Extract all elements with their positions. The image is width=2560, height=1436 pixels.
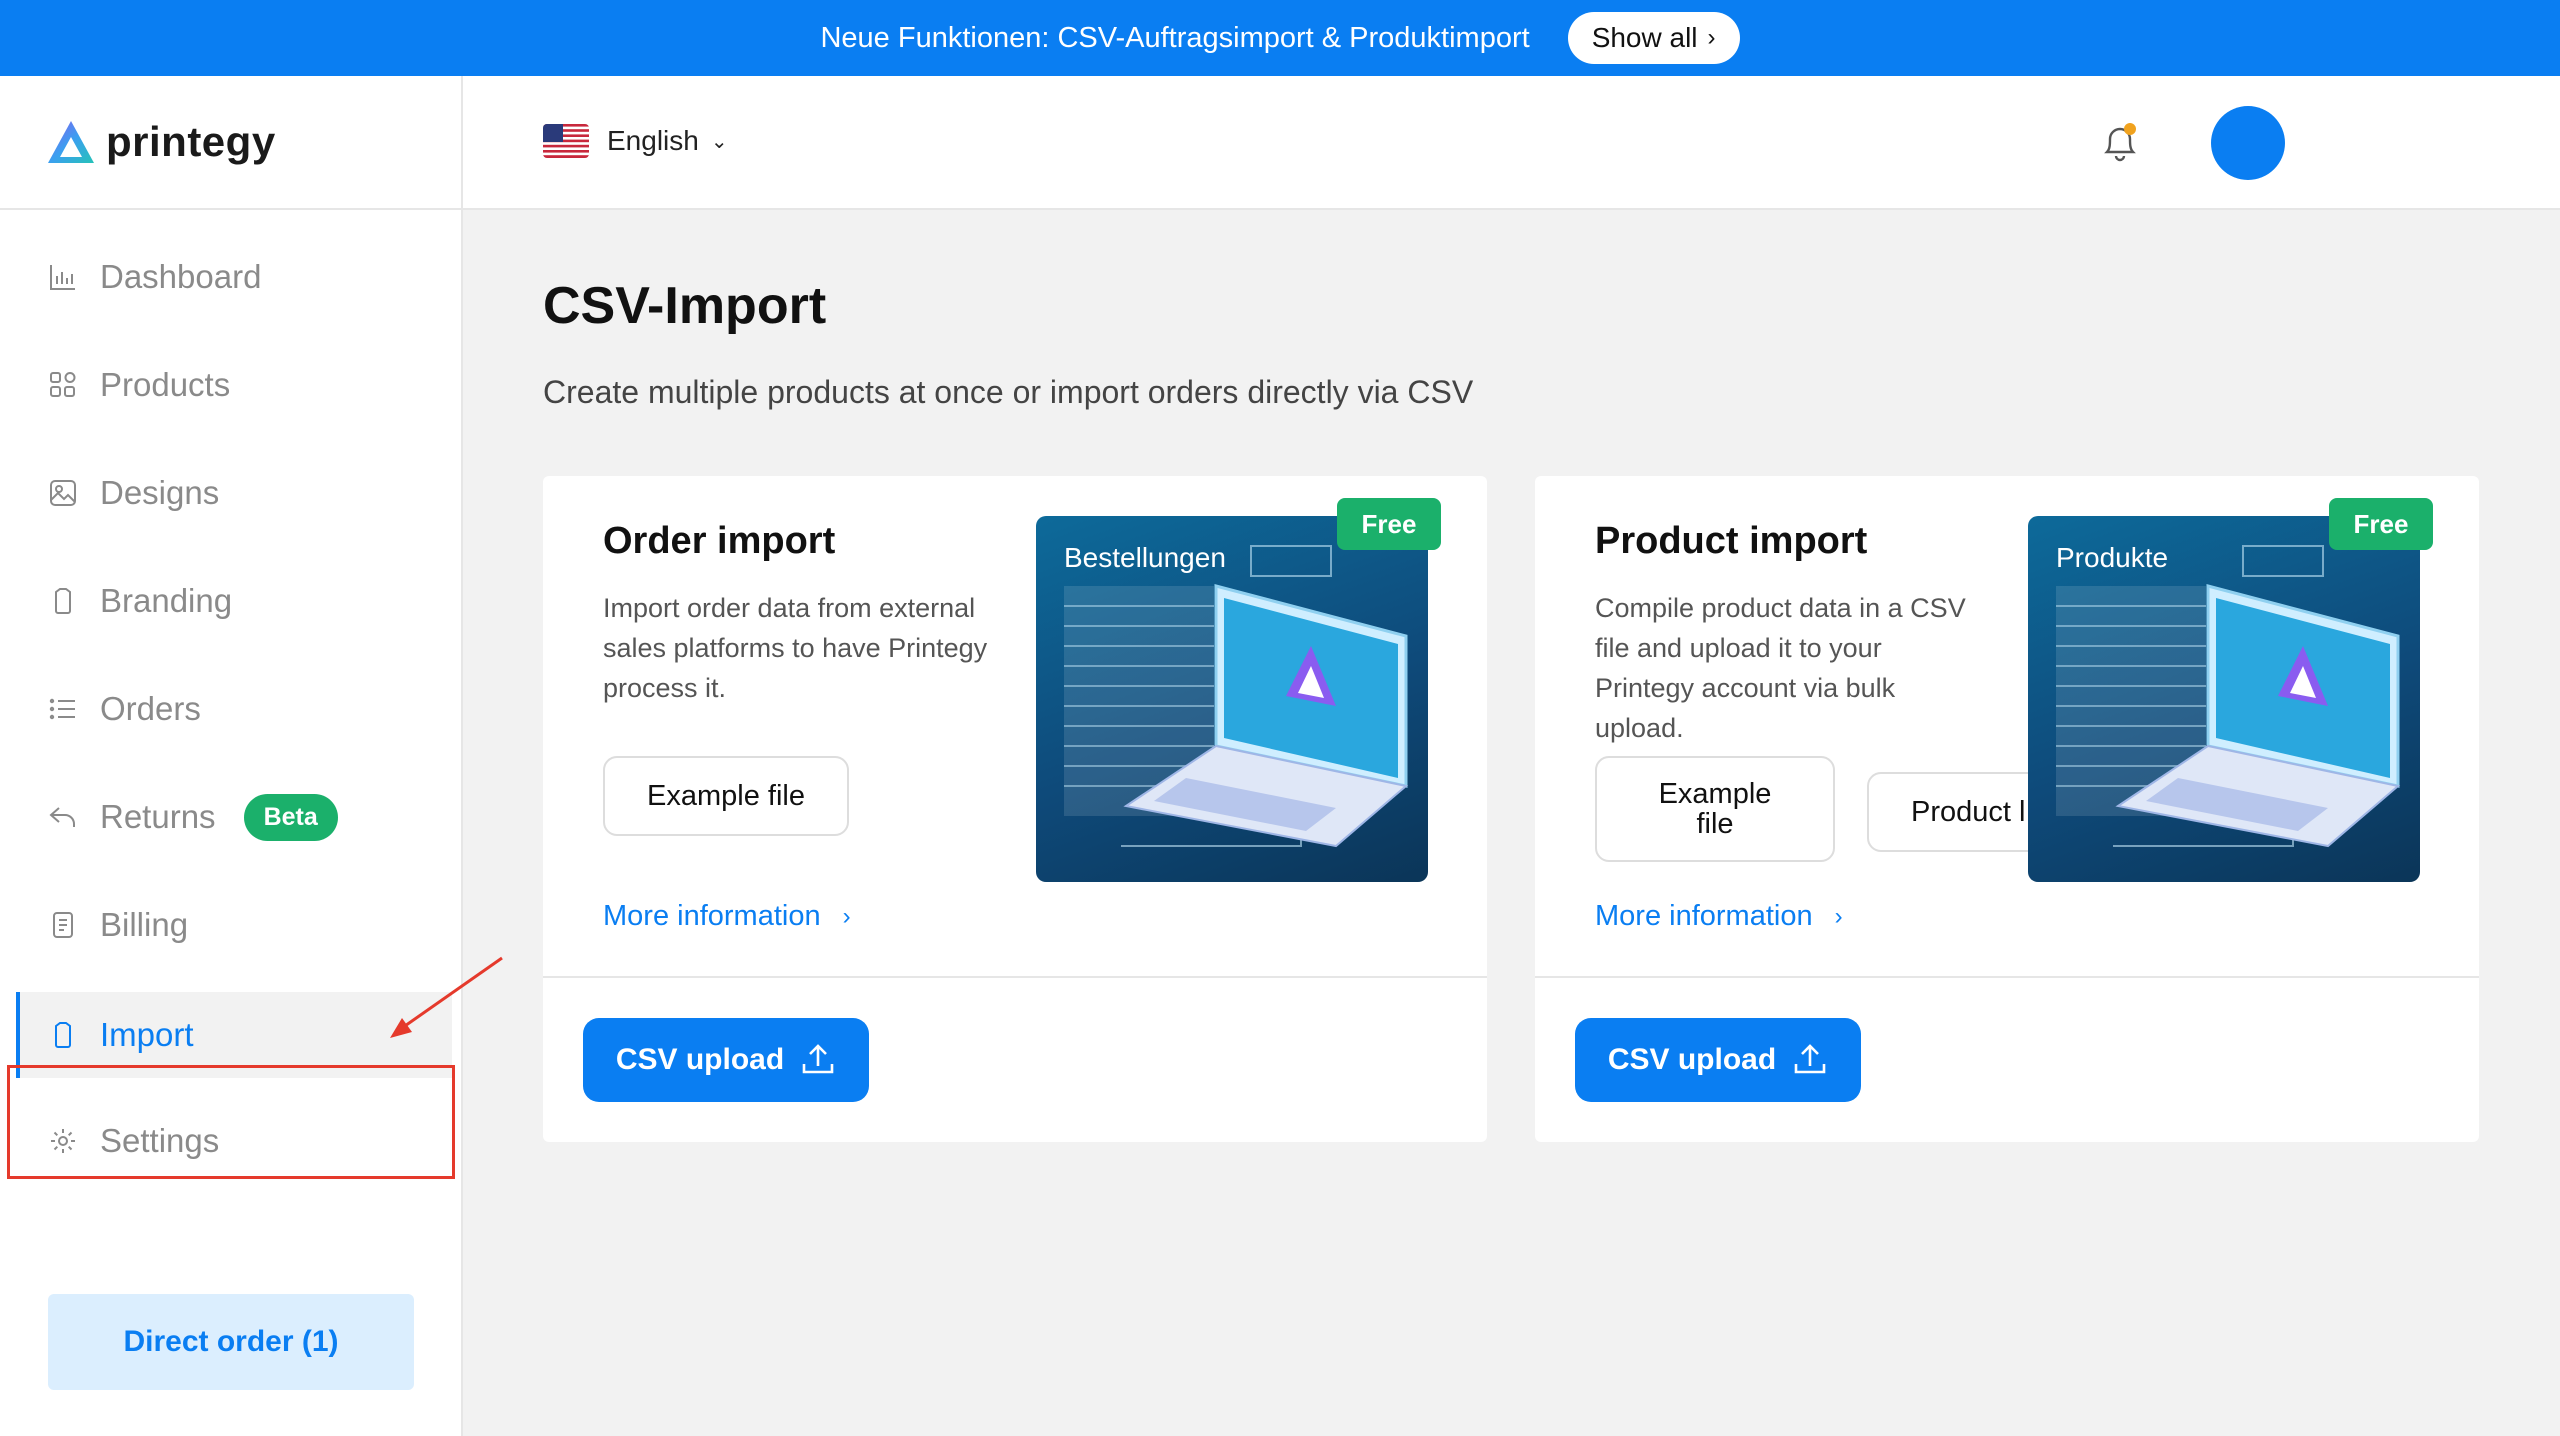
sidebar-item-label: Returns xyxy=(100,798,216,835)
show-all-label: Show all xyxy=(1591,22,1698,53)
direct-order-button[interactable]: Direct order (1) xyxy=(48,1294,414,1390)
logo[interactable]: printegy xyxy=(0,76,461,210)
card-divider xyxy=(1535,976,2479,978)
sidebar-item-orders[interactable]: Orders xyxy=(16,666,452,752)
more-information-link[interactable]: More information › xyxy=(603,900,851,933)
upload-icon xyxy=(1794,1044,1826,1074)
free-badge: Free xyxy=(1337,498,1441,550)
brand-name: printegy xyxy=(106,118,276,165)
us-flag-icon xyxy=(543,124,589,158)
banner-text: Neue Funktionen: CSV-Auftragsimport & Pr… xyxy=(820,21,1530,54)
annotation-arrow-icon xyxy=(390,956,503,1038)
example-file-button[interactable]: Example file xyxy=(1595,756,1835,862)
grid-icon xyxy=(46,368,80,402)
more-information-label: More information xyxy=(1595,900,1813,932)
example-file-label: Example file xyxy=(1658,778,1772,840)
image-icon xyxy=(46,476,80,510)
printegy-logo-icon xyxy=(48,121,94,163)
order-import-card: Order import Import order data from exte… xyxy=(543,476,1487,1142)
page-title: CSV-Import xyxy=(543,277,827,335)
language-label: English xyxy=(607,125,699,156)
card-divider xyxy=(543,976,1487,978)
card-title: Order import xyxy=(603,520,836,562)
show-all-button[interactable]: Show all › xyxy=(1567,12,1740,64)
sidebar: printegy Dashboard Products Designs Bran… xyxy=(0,76,503,1436)
sidebar-item-label: Billing xyxy=(100,906,189,943)
sidebar-item-label: Import xyxy=(100,1016,194,1053)
csv-upload-label: CSV upload xyxy=(615,1043,785,1076)
upload-icon xyxy=(802,1044,834,1074)
sidebar-item-returns[interactable]: Returns Beta xyxy=(16,774,452,860)
bar-chart-icon xyxy=(46,260,80,294)
chevron-right-icon: › xyxy=(1834,902,1843,930)
example-file-button[interactable]: Example file xyxy=(603,756,849,836)
sidebar-item-label: Orders xyxy=(100,690,201,727)
card-description: Import order data from external sales pl… xyxy=(603,593,988,703)
csv-upload-button[interactable]: CSV upload xyxy=(1575,1018,1861,1102)
more-information-link[interactable]: More information › xyxy=(1595,900,1843,933)
chevron-down-icon: ⌄ xyxy=(710,130,728,153)
sidebar-item-label: Dashboard xyxy=(100,258,262,295)
list-icon xyxy=(46,692,80,726)
language-selector[interactable]: English ⌄ xyxy=(543,124,728,158)
more-information-label: More information xyxy=(603,900,821,932)
receipt-icon xyxy=(46,908,80,942)
return-arrow-icon xyxy=(46,800,80,834)
page-subtitle: Create multiple products at once or impo… xyxy=(543,374,1474,410)
tag-icon xyxy=(46,1018,80,1052)
top-header: English ⌄ xyxy=(463,76,2560,210)
sidebar-item-dashboard[interactable]: Dashboard xyxy=(16,234,452,320)
chevron-right-icon: › xyxy=(1707,24,1716,51)
card-title: Product import xyxy=(1595,520,1868,562)
beta-badge: Beta xyxy=(243,793,338,841)
csv-upload-button[interactable]: CSV upload xyxy=(583,1018,869,1102)
sidebar-item-products[interactable]: Products xyxy=(16,342,452,428)
product-import-card: Product import Compile product data in a… xyxy=(1535,476,2479,1142)
announcement-banner: Neue Funktionen: CSV-Auftragsimport & Pr… xyxy=(0,0,2560,76)
sidebar-item-branding[interactable]: Branding xyxy=(16,558,452,644)
tag-icon xyxy=(46,584,80,618)
free-badge: Free xyxy=(2329,498,2433,550)
import-highlight-box xyxy=(7,1065,455,1179)
thumb-label: Bestellungen xyxy=(1064,542,1226,573)
product-import-illustration: Produkte xyxy=(2028,516,2420,882)
notification-bell-icon[interactable] xyxy=(2095,118,2145,168)
thumb-label: Produkte xyxy=(2056,542,2169,573)
csv-upload-label: CSV upload xyxy=(1607,1043,1777,1076)
sidebar-item-label: Products xyxy=(100,366,231,403)
chevron-right-icon: › xyxy=(842,902,851,930)
order-import-illustration: Bestellungen xyxy=(1036,516,1428,882)
sidebar-item-label: Branding xyxy=(100,582,233,619)
card-description: Compile product data in a CSV file and u… xyxy=(1595,593,1966,743)
user-avatar[interactable] xyxy=(2211,106,2285,180)
sidebar-item-designs[interactable]: Designs xyxy=(16,450,452,536)
sidebar-item-label: Designs xyxy=(100,474,220,511)
